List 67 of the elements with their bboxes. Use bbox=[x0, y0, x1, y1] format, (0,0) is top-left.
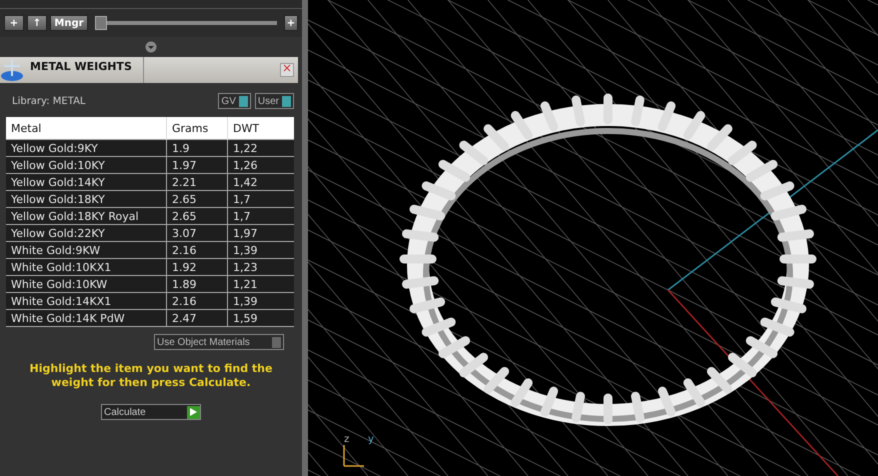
table-cell: White Gold:9KW bbox=[6, 242, 166, 258]
table-row[interactable]: White Gold:9KW 2.16 1,39 bbox=[6, 242, 294, 258]
collapse-icon[interactable] bbox=[145, 41, 157, 53]
library-toggle[interactable]: GV bbox=[218, 93, 251, 109]
column-header[interactable]: Metal bbox=[6, 117, 166, 140]
table-cell: Yellow Gold:18KY bbox=[6, 190, 166, 208]
column-header[interactable]: DWT bbox=[228, 117, 294, 140]
toolbar-button[interactable]: + bbox=[4, 15, 24, 31]
zoom-plus-button[interactable]: + bbox=[284, 15, 298, 31]
table-row[interactable]: White Gold:10KX1 1.92 1,23 bbox=[6, 258, 294, 276]
table-cell: 1,7 bbox=[228, 190, 294, 208]
table-cell: 1,23 bbox=[228, 258, 294, 276]
panel-title: METAL WEIGHTS bbox=[24, 57, 144, 83]
axis-gizmo-icon bbox=[343, 444, 365, 467]
library-label: Library: METAL bbox=[12, 96, 86, 106]
table-row[interactable]: White Gold:10KW 1.89 1,21 bbox=[6, 276, 294, 292]
table-cell: 1,39 bbox=[228, 242, 294, 258]
table-row[interactable]: Yellow Gold:9KY 1.9 1,22 bbox=[6, 140, 294, 156]
table-cell: 1,39 bbox=[228, 292, 294, 310]
table-row[interactable]: Yellow Gold:18KY 2.65 1,7 bbox=[6, 190, 294, 208]
table-cell: 1.92 bbox=[166, 258, 228, 276]
table-cell: 1,26 bbox=[228, 156, 294, 174]
table-cell: 2.16 bbox=[166, 292, 228, 310]
table-cell: White Gold:14KX1 bbox=[6, 292, 166, 310]
table-cell: 1,42 bbox=[228, 174, 294, 190]
table-row[interactable]: Yellow Gold:18KY Royal 2.65 1,7 bbox=[6, 208, 294, 224]
toolbar-button[interactable]: ↑ bbox=[27, 15, 47, 31]
close-button[interactable] bbox=[280, 63, 294, 77]
table-cell: White Gold:14K PdW bbox=[6, 310, 166, 326]
calculate-button[interactable]: Calculate bbox=[101, 404, 201, 420]
column-header[interactable]: Grams bbox=[166, 117, 228, 140]
3d-viewport[interactable]: z y bbox=[308, 0, 878, 476]
table-row[interactable]: White Gold:14K PdW 2.47 1,59 bbox=[6, 310, 294, 326]
table-cell: 3.07 bbox=[166, 224, 228, 242]
table-cell: Yellow Gold:18KY Royal bbox=[6, 208, 166, 224]
axis-label: z bbox=[344, 434, 350, 445]
table-cell: 1,59 bbox=[228, 310, 294, 326]
table-cell: 2.21 bbox=[166, 174, 228, 190]
table-cell: 1.97 bbox=[166, 156, 228, 174]
close-icon bbox=[283, 64, 291, 72]
axis-label: y bbox=[368, 434, 374, 445]
table-row[interactable]: White Gold:14KX1 2.16 1,39 bbox=[6, 292, 294, 310]
table-row[interactable]: Yellow Gold:10KY 1.97 1,26 bbox=[6, 156, 294, 174]
play-icon bbox=[187, 406, 200, 418]
table-cell: 1,21 bbox=[228, 276, 294, 292]
slider-thumb[interactable] bbox=[95, 16, 107, 30]
table-cell: 2.47 bbox=[166, 310, 228, 326]
table-cell: 2.65 bbox=[166, 190, 228, 208]
table-cell: White Gold:10KX1 bbox=[6, 258, 166, 276]
table-cell: Yellow Gold:22KY bbox=[6, 224, 166, 242]
table-cell: 1,97 bbox=[228, 224, 294, 242]
manager-button[interactable]: Mngr bbox=[50, 15, 88, 31]
table-cell: Yellow Gold:9KY bbox=[6, 140, 166, 156]
table-cell: 1,7 bbox=[228, 208, 294, 224]
table-cell: 1,22 bbox=[228, 140, 294, 156]
table-cell: 1.89 bbox=[166, 276, 228, 292]
table-cell: 2.16 bbox=[166, 242, 228, 258]
table-row[interactable]: Yellow Gold:22KY 3.07 1,97 bbox=[6, 224, 294, 242]
use-object-materials-toggle[interactable]: Use Object Materials bbox=[154, 334, 284, 350]
table-cell: 2.65 bbox=[166, 208, 228, 224]
library-toggle[interactable]: User bbox=[254, 93, 294, 109]
instruction-text: Highlight the item you want to find the weight for then press Calculate. bbox=[28, 361, 274, 390]
table-cell: 1.9 bbox=[166, 140, 228, 156]
table-cell: White Gold:10KW bbox=[6, 276, 166, 292]
table-row[interactable]: Yellow Gold:14KY 2.21 1,42 bbox=[6, 174, 294, 190]
table-cell: Yellow Gold:10KY bbox=[6, 156, 166, 174]
table-cell: Yellow Gold:14KY bbox=[6, 174, 166, 190]
